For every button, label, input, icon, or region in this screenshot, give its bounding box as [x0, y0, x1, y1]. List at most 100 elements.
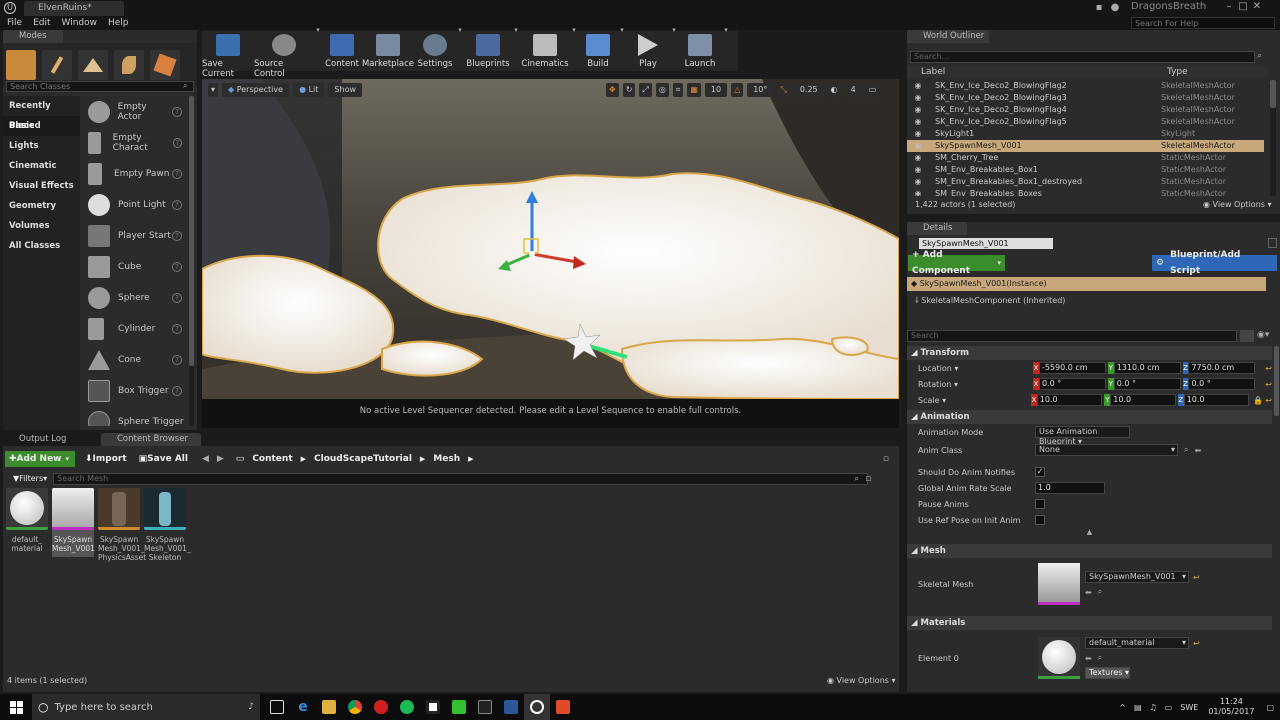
skeletal-mesh-thumbnail[interactable] — [1038, 563, 1080, 605]
level-viewport[interactable]: ▾ ◆ Perspective ● Lit Show ✥ ↻ ⤢ ◎ ⌗ ▦ 1… — [202, 79, 899, 428]
breadcrumb-cloudscape[interactable]: CloudScapeTutorial — [310, 451, 416, 467]
play-button[interactable]: Play — [626, 34, 670, 69]
actor-item-sphere[interactable]: Sphere? — [82, 282, 186, 313]
search-mesh-input[interactable]: Search Mesh — [53, 472, 869, 485]
app-green-icon[interactable] — [446, 694, 472, 720]
chevron-down-icon[interactable]: ▾ — [570, 26, 578, 34]
eye-icon[interactable]: ◉ — [907, 128, 929, 140]
outliner-row[interactable]: ◉ SK_Env_Ice_Deco2_BlowingFlag2 SkeletalMe… — [907, 80, 1264, 92]
category-recently-placed[interactable]: Recently Placed — [3, 96, 80, 131]
camera-speed-value[interactable]: 4 — [844, 83, 862, 97]
taskbar-search[interactable]: ○ Type here to search ♪ — [32, 694, 260, 720]
clock[interactable]: 11:24 01/05/2017 — [1208, 697, 1254, 717]
help-icon[interactable]: ? — [172, 354, 182, 365]
rotation-snap-value[interactable]: 10° — [747, 83, 774, 97]
viewport-layout-icon[interactable]: ▭ — [865, 83, 880, 97]
source-control-icon[interactable]: ● — [1108, 2, 1122, 14]
actor-item-cylinder[interactable]: Cylinder? — [82, 313, 186, 344]
scale-y-field[interactable]: 10.0 — [1110, 394, 1176, 406]
reset-arrow-icon[interactable]: ↩ — [1265, 364, 1272, 373]
help-icon[interactable]: ? — [172, 292, 182, 303]
search-icon[interactable]: ⌕ — [1098, 653, 1102, 663]
maximize-icon[interactable]: □ — [1236, 1, 1250, 13]
translate-tool-icon[interactable]: ✥ — [606, 83, 619, 97]
rotation-x-field[interactable]: 0.0 ° — [1038, 378, 1106, 390]
file-explorer-icon[interactable] — [316, 694, 342, 720]
save-all-button[interactable]: ▣ Save All — [135, 451, 192, 467]
eye-icon[interactable]: ◉▾ — [1257, 330, 1269, 340]
content-browser-tab[interactable]: Content Browser — [101, 433, 201, 446]
reset-arrow-icon[interactable]: ↩ — [1265, 380, 1272, 389]
transform-section-header[interactable]: ◢ Transform — [907, 346, 1272, 360]
content-button[interactable]: Content — [322, 34, 362, 69]
col-label-header[interactable]: Label — [921, 67, 1167, 77]
chevron-up-icon[interactable]: ^ — [1119, 703, 1126, 712]
actor-list-scrollbar[interactable] — [189, 96, 194, 426]
content-view-options[interactable]: ◉ View Options ▾ — [827, 676, 896, 685]
help-icon[interactable]: ? — [172, 199, 182, 210]
actor-item-empty-actor[interactable]: Empty Actor? — [82, 96, 186, 127]
app-orange-icon[interactable] — [550, 694, 576, 720]
arrow-left-icon[interactable]: ⬅ — [1194, 446, 1201, 455]
reset-arrow-icon[interactable]: ↩ — [1193, 573, 1200, 582]
location-y-field[interactable]: 1310.0 cm — [1113, 362, 1181, 374]
category-cinematic[interactable]: Cinematic — [3, 156, 80, 176]
asset-skyspawn-mesh[interactable]: SkySpawn Mesh_V001 — [52, 488, 95, 557]
ref-pose-checkbox[interactable] — [1035, 515, 1045, 525]
eye-icon[interactable]: ◉ — [907, 176, 929, 188]
volume-icon[interactable]: ♫ — [1150, 703, 1157, 712]
chevron-right-icon[interactable]: ▶ — [416, 451, 429, 467]
material-thumbnail[interactable] — [1038, 637, 1080, 679]
actor-item-player-start[interactable]: Player Start? — [82, 220, 186, 251]
rotation-snap-icon[interactable]: △ — [731, 83, 744, 97]
level-tab[interactable]: ElvenRuins* — [24, 1, 124, 16]
grid-snap-value[interactable]: 10 — [704, 83, 728, 97]
material-dropdown[interactable]: default_material ▾ — [1085, 637, 1189, 649]
location-z-field[interactable]: 7750.0 cm — [1188, 362, 1256, 374]
reset-arrow-icon[interactable]: ↩ — [1193, 639, 1200, 648]
blueprint-add-script-button[interactable]: ⚙ Blueprint/Add Script — [1152, 250, 1277, 276]
actor-item-cone[interactable]: Cone? — [82, 344, 186, 375]
search-icon[interactable]: ⌕ — [1184, 445, 1188, 455]
chevron-down-icon[interactable]: ▾ — [314, 26, 322, 34]
arrow-left-icon[interactable]: ⬅ — [1085, 654, 1092, 663]
category-visual-effects[interactable]: Visual Effects — [3, 176, 80, 196]
back-arrow-icon[interactable]: ◀ — [198, 451, 213, 467]
location-x-field[interactable]: -5590.0 cm — [1038, 362, 1106, 374]
col-type-header[interactable]: Type — [1167, 67, 1188, 77]
lock-icon[interactable]: ▫ — [879, 451, 893, 467]
settings-button[interactable]: Settings — [414, 34, 456, 69]
breadcrumb-content[interactable]: Content — [248, 451, 296, 467]
camera-speed-icon[interactable]: ◐ — [827, 83, 841, 97]
rotation-z-field[interactable]: 0.0 ° — [1188, 378, 1256, 390]
skeletal-mesh-dropdown[interactable]: SkySpawnMesh_V001 ▾ — [1085, 571, 1189, 583]
outliner-row[interactable]: ◉ SM_Cherry_Tree StaticMeshActor — [907, 152, 1264, 164]
app-window-icon[interactable] — [420, 694, 446, 720]
show-button[interactable]: Show — [328, 83, 363, 97]
category-geometry[interactable]: Geometry — [3, 196, 80, 216]
filters-button[interactable]: ▼ Filters ▾ — [9, 472, 51, 485]
help-icon[interactable]: ? — [172, 385, 182, 396]
save-search-icon[interactable]: ▫ — [865, 474, 871, 484]
close-icon[interactable]: ✕ — [1250, 1, 1264, 13]
unreal-editor-icon[interactable] — [524, 694, 550, 720]
world-local-icon[interactable]: ◎ — [655, 83, 669, 97]
chrome-icon[interactable] — [342, 694, 368, 720]
foliage-mode-icon[interactable] — [114, 50, 144, 80]
import-button[interactable]: ⬇ Import — [81, 451, 131, 467]
actor-item-point-light[interactable]: Point Light? — [82, 189, 186, 220]
global-rate-field[interactable]: 1.0 — [1035, 482, 1105, 494]
materials-section-header[interactable]: ◢ Materials — [907, 616, 1272, 630]
notifications-icon[interactable]: ▢ — [1266, 703, 1274, 712]
outliner-scrollbar[interactable] — [1270, 80, 1276, 196]
menu-window[interactable]: Window — [62, 16, 98, 30]
outliner-row[interactable]: ◉ SM_Env_Breakables_Box1_destroyed StaticM… — [907, 176, 1264, 188]
app-red-icon[interactable] — [368, 694, 394, 720]
epic-launcher-icon[interactable] — [472, 694, 498, 720]
scale-snap-icon[interactable]: ⤡ — [777, 83, 790, 97]
search-icon[interactable]: ⌕ — [1098, 587, 1102, 597]
property-matrix-icon[interactable] — [1240, 330, 1254, 342]
task-view-icon[interactable] — [264, 694, 290, 720]
help-icon[interactable]: ? — [172, 106, 182, 117]
actor-item-empty-character[interactable]: Empty Charact? — [82, 127, 186, 158]
